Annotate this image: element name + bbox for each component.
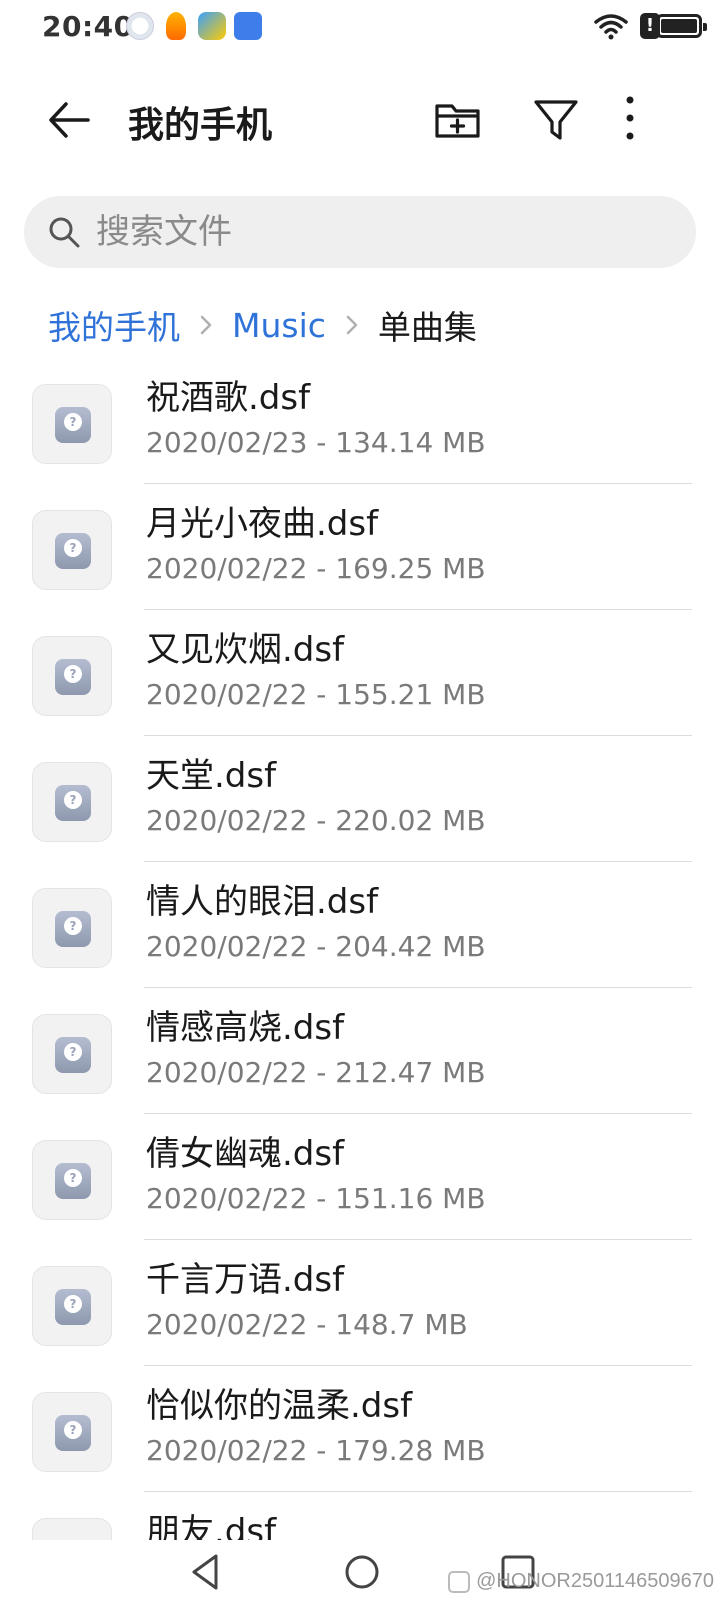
file-meta: 2020/02/22 - 204.42 MB <box>146 930 486 963</box>
chevron-right-icon <box>346 315 358 335</box>
file-row[interactable]: 又见炊烟.dsf 2020/02/22 - 155.21 MB <box>0 610 720 736</box>
file-row[interactable]: 朋友.dsf <box>0 1492 720 1540</box>
file-row[interactable]: 倩女幽魂.dsf 2020/02/22 - 151.16 MB <box>0 1114 720 1240</box>
file-name: 朋友.dsf <box>146 1512 277 1540</box>
breadcrumb-item-my-phone[interactable]: 我的手机 <box>48 301 180 349</box>
watermark-logo-icon <box>448 1570 471 1593</box>
search-icon <box>49 217 80 248</box>
new-folder-icon <box>435 104 480 138</box>
pin-app-icon <box>198 12 226 40</box>
battery-icon <box>656 14 707 38</box>
unknown-file-icon <box>32 1266 112 1346</box>
watermark: @HONOR2501146509670 <box>448 1570 714 1593</box>
new-folder-button[interactable] <box>432 94 484 146</box>
file-row[interactable]: 祝酒歌.dsf 2020/02/23 - 134.14 MB <box>0 358 720 484</box>
file-meta: 2020/02/23 - 134.14 MB <box>146 426 486 459</box>
file-name: 千言万语.dsf <box>146 1260 345 1300</box>
unknown-file-icon <box>32 1518 112 1540</box>
file-name: 天堂.dsf <box>146 756 277 796</box>
filter-icon <box>534 100 578 140</box>
back-triangle-icon[interactable] <box>184 1550 228 1594</box>
file-row[interactable]: 情人的眼泪.dsf 2020/02/22 - 204.42 MB <box>0 862 720 988</box>
home-circle-icon[interactable] <box>340 1550 384 1594</box>
file-meta: 2020/02/22 - 179.28 MB <box>146 1434 486 1467</box>
file-name: 月光小夜曲.dsf <box>146 504 379 544</box>
status-system-icons: ! <box>594 12 660 40</box>
unknown-file-icon <box>32 384 112 464</box>
file-meta: 2020/02/22 - 212.47 MB <box>146 1056 486 1089</box>
back-button[interactable] <box>44 94 96 146</box>
shield-app-icon <box>234 12 262 40</box>
unknown-file-icon <box>32 1014 112 1094</box>
unknown-file-icon <box>32 762 112 842</box>
honor-app-icon <box>166 12 186 40</box>
file-name: 又见炊烟.dsf <box>146 630 345 670</box>
file-name: 倩女幽魂.dsf <box>146 1134 345 1174</box>
file-row[interactable]: 千言万语.dsf 2020/02/22 - 148.7 MB <box>0 1240 720 1366</box>
more-vertical-icon <box>626 96 634 140</box>
system-nav-bar: @HONOR2501146509670 <box>0 1540 720 1612</box>
file-name: 情感高烧.dsf <box>146 1008 345 1048</box>
search-input[interactable] <box>96 206 676 258</box>
toolbar: 我的手机 <box>0 80 720 160</box>
back-arrow-icon <box>49 102 90 138</box>
status-bar: 20:40 ! <box>0 0 720 54</box>
file-meta: 2020/02/22 - 220.02 MB <box>146 804 486 837</box>
file-name: 恰似你的温柔.dsf <box>146 1386 413 1426</box>
file-list[interactable]: 祝酒歌.dsf 2020/02/23 - 134.14 MB 月光小夜曲.dsf… <box>0 358 720 1540</box>
file-meta: 2020/02/22 - 169.25 MB <box>146 552 486 585</box>
unknown-file-icon <box>32 510 112 590</box>
page-title: 我的手机 <box>128 105 273 146</box>
weather-icon <box>126 12 154 40</box>
breadcrumb-item-music[interactable]: Music <box>232 306 326 345</box>
filter-button[interactable] <box>530 94 582 146</box>
wifi-icon <box>594 14 628 40</box>
watermark-text: @HONOR2501146509670 <box>476 1570 714 1592</box>
file-name: 情人的眼泪.dsf <box>146 882 379 922</box>
file-row[interactable]: 情感高烧.dsf 2020/02/22 - 212.47 MB <box>0 988 720 1114</box>
status-app-icons <box>126 12 262 40</box>
file-meta: 2020/02/22 - 151.16 MB <box>146 1182 486 1215</box>
breadcrumb: 我的手机 Music 单曲集 <box>48 302 477 348</box>
file-row[interactable]: 恰似你的温柔.dsf 2020/02/22 - 179.28 MB <box>0 1366 720 1492</box>
chevron-right-icon <box>200 315 212 335</box>
file-meta: 2020/02/22 - 148.7 MB <box>146 1308 468 1341</box>
more-options-button[interactable] <box>626 94 678 146</box>
status-time: 20:40 <box>42 10 134 43</box>
file-meta: 2020/02/22 - 155.21 MB <box>146 678 486 711</box>
file-row[interactable]: 天堂.dsf 2020/02/22 - 220.02 MB <box>0 736 720 862</box>
file-row[interactable]: 月光小夜曲.dsf 2020/02/22 - 169.25 MB <box>0 484 720 610</box>
breadcrumb-item-current: 单曲集 <box>377 308 477 347</box>
unknown-file-icon <box>32 888 112 968</box>
file-name: 祝酒歌.dsf <box>146 378 311 418</box>
unknown-file-icon <box>32 1140 112 1220</box>
unknown-file-icon <box>32 1392 112 1472</box>
search-bar[interactable] <box>24 196 696 268</box>
unknown-file-icon <box>32 636 112 716</box>
